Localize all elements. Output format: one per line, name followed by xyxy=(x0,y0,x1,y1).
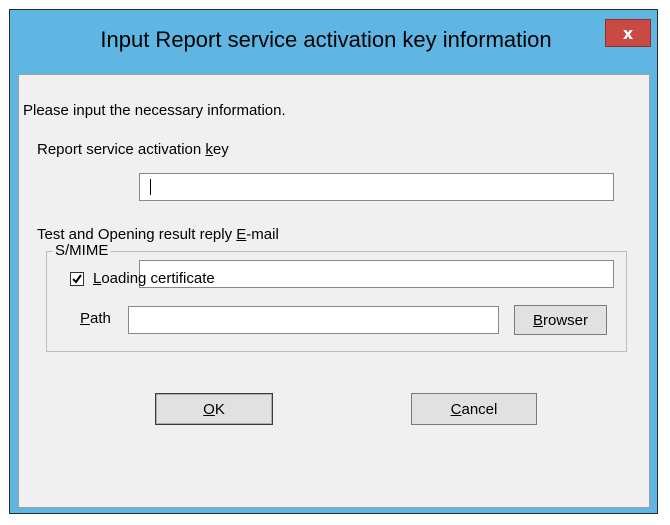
smime-group xyxy=(46,251,627,352)
text-caret xyxy=(150,179,151,195)
close-button[interactable]: x xyxy=(605,19,651,47)
loading-certificate-label[interactable]: Loading certificate xyxy=(93,270,215,287)
activation-key-label: Report service activation key xyxy=(37,141,229,158)
browser-button[interactable]: Browser xyxy=(514,305,607,335)
checkmark-icon xyxy=(72,274,82,284)
activation-key-input[interactable] xyxy=(139,173,614,201)
ok-button[interactable]: OK xyxy=(155,393,273,425)
cancel-button[interactable]: Cancel xyxy=(411,393,537,425)
title-bar[interactable]: Input Report service activation key info… xyxy=(10,10,657,74)
close-icon: x xyxy=(622,23,634,43)
instruction-text: Please input the necessary information. xyxy=(23,102,286,119)
path-input[interactable] xyxy=(128,306,499,334)
path-label: Path xyxy=(80,310,111,327)
loading-certificate-checkbox[interactable] xyxy=(70,272,84,286)
smime-group-legend: S/MIME xyxy=(53,242,111,259)
dialog-title: Input Report service activation key info… xyxy=(100,27,552,52)
email-label: Test and Opening result reply E-mail xyxy=(37,226,279,243)
